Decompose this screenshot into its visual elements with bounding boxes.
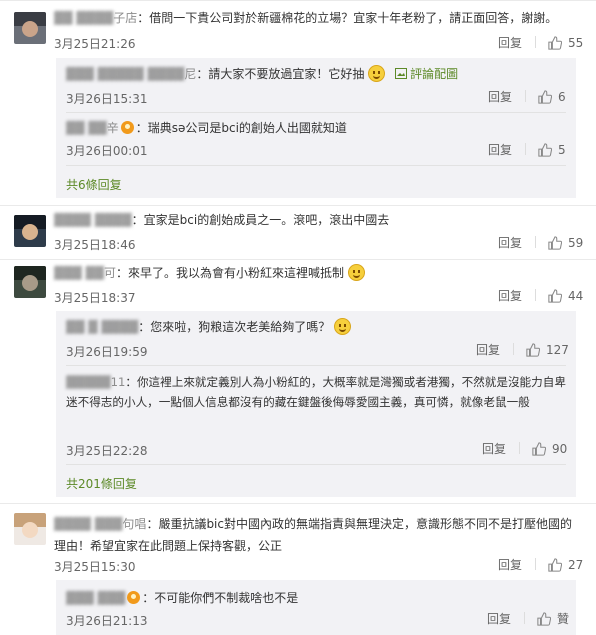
reply-actions: 回复 90 — [482, 441, 567, 457]
reply-text: ：你這裡上來就定義別人為小粉紅的，大概率就是灣獨或者港獨，不然就是沒能力自卑迷不… — [66, 375, 566, 409]
username-masked[interactable]: ▓▓ ▓▓▓▓ — [54, 11, 113, 25]
username[interactable]: 辛 — [107, 121, 119, 135]
username-masked[interactable]: ▓▓ ▓▓ — [66, 121, 107, 135]
reply-line: ▓▓▓▓▓11：你這裡上來就定義別人為小粉紅的，大概率就是灣獨或者港獨，不然就是… — [66, 372, 566, 412]
reply-button[interactable]: 回复 — [476, 343, 500, 357]
reply-button[interactable]: 回复 — [488, 143, 512, 157]
timestamp: 3月26日15:31 — [66, 92, 148, 106]
like-count: 44 — [568, 289, 584, 303]
thumb-up-icon — [538, 143, 553, 157]
username[interactable]: 可 — [104, 266, 116, 280]
reply-button[interactable]: 回复 — [488, 90, 512, 104]
like-button[interactable]: 5 — [538, 143, 566, 157]
comment-line: ▓▓ ▓▓▓▓子店：借問一下貴公司對於新疆棉花的立場？宜家十年老粉了，請正面回答… — [54, 9, 557, 27]
avatar[interactable] — [14, 513, 46, 545]
timestamp: 3月25日18:46 — [54, 238, 136, 252]
reply-button[interactable]: 回复 — [482, 442, 506, 456]
timestamp: 3月25日18:37 — [54, 291, 136, 305]
like-count: 27 — [568, 558, 584, 572]
avatar[interactable] — [14, 12, 46, 44]
comment-line: ▓▓▓ ▓▓可：來早了。我以為會有小粉紅來這裡喊抵制 — [54, 264, 365, 282]
reply-actions: 回复 127 — [476, 342, 569, 358]
like-count: 6 — [558, 90, 566, 104]
thumb-up-icon — [526, 343, 541, 357]
image-icon — [395, 68, 408, 79]
comment-text: ：宜家是bci的創始成員之一。滾吧，滾出中國去 — [131, 213, 390, 227]
username[interactable]: 句唱 — [122, 517, 146, 531]
thumb-up-icon — [537, 612, 552, 626]
thumb-up-icon — [548, 236, 563, 250]
avatar[interactable] — [14, 266, 46, 298]
username-masked[interactable]: ▓▓▓ ▓▓▓ — [66, 591, 125, 605]
reply-line: ▓▓▓ ▓▓▓ ：不可能你們不制裁啥也不是 — [66, 589, 298, 607]
username-masked[interactable]: ▓▓▓ ▓▓▓▓▓ ▓▓▓▓ — [66, 67, 184, 81]
thumb-up-icon — [532, 442, 547, 456]
thumb-up-icon — [548, 36, 563, 50]
thumb-up-icon — [538, 90, 553, 104]
like-count: 90 — [552, 442, 568, 456]
username[interactable]: 11 — [111, 375, 126, 389]
like-button[interactable]: 90 — [532, 442, 567, 456]
timestamp: 3月26日21:13 — [66, 614, 148, 628]
timestamp: 3月26日19:59 — [66, 345, 148, 359]
username[interactable]: 尼 — [184, 67, 196, 81]
reply-button[interactable]: 回复 — [498, 558, 522, 572]
comment-text: ：來早了。我以為會有小粉紅來這裡喊抵制 — [115, 266, 344, 280]
reply-line: ▓▓ ▓ ▓▓▓▓：您來啦，狗粮這次老美給夠了嗎？ — [66, 318, 352, 336]
like-label: 贊 — [557, 612, 570, 626]
like-count: 59 — [568, 236, 584, 250]
like-count: 5 — [558, 143, 566, 157]
reply-text: ：不可能你們不制裁啥也不是 — [142, 591, 299, 605]
grin-emoji-icon — [368, 65, 386, 82]
comment-line: ▓▓▓▓ ▓▓▓句唱：嚴重抗議bic對中國內政的無端指責與無理決定，意識形態不同… — [54, 513, 580, 557]
username-masked[interactable]: ▓▓▓▓ ▓▓▓▓ — [54, 213, 132, 227]
comment-actions: 回复 55 — [498, 35, 583, 51]
timestamp: 3月26日00:01 — [66, 144, 148, 158]
reply-button[interactable]: 回复 — [498, 236, 522, 250]
username-masked[interactable]: ▓▓▓▓▓ — [66, 375, 111, 389]
like-button[interactable]: 6 — [538, 90, 566, 104]
show-more-replies[interactable]: 共201條回复 — [66, 475, 137, 492]
like-button[interactable]: 59 — [548, 236, 583, 250]
username[interactable]: 子店 — [113, 11, 137, 25]
like-button[interactable]: 55 — [548, 36, 583, 50]
reply-text: ：瑞典sə公司是bci的創始人出國就知道 — [135, 121, 347, 135]
reply-line: ▓▓▓ ▓▓▓▓▓ ▓▓▓▓尼：請大家不要放過宜家！它好抽 評論配圖 — [66, 65, 458, 83]
username-masked[interactable]: ▓▓▓▓ ▓▓▓ — [54, 517, 122, 531]
show-more-replies[interactable]: 共6條回复 — [66, 176, 122, 193]
reply-button[interactable]: 回复 — [487, 612, 511, 626]
like-count: 55 — [568, 36, 584, 50]
comment-text: ：借問一下貴公司對於新疆棉花的立場？宜家十年老粉了，請正面回答，謝謝。 — [137, 11, 558, 25]
like-count: 127 — [546, 343, 569, 357]
like-button[interactable]: 贊 — [537, 612, 569, 626]
reply-actions: 回复 5 — [488, 142, 566, 158]
thumb-up-icon — [548, 558, 563, 572]
username-masked[interactable]: ▓▓ ▓ ▓▓▓▓ — [66, 320, 138, 334]
timestamp: 3月25日15:30 — [54, 560, 136, 574]
comment-line: ▓▓▓▓ ▓▓▓▓：宜家是bci的創始成員之一。滾吧，滾出中國去 — [54, 211, 389, 229]
thumb-up-icon — [548, 289, 563, 303]
comment-actions: 回复 44 — [498, 288, 583, 304]
avatar[interactable] — [14, 215, 46, 247]
reply-line: ▓▓ ▓▓辛 ：瑞典sə公司是bci的創始人出國就知道 — [66, 119, 347, 137]
reply-actions: 回复 6 — [488, 89, 566, 105]
like-button[interactable]: 44 — [548, 289, 583, 303]
like-button[interactable]: 27 — [548, 558, 583, 572]
comment-actions: 回复 27 — [498, 557, 583, 573]
username-masked[interactable]: ▓▓▓ ▓▓ — [54, 266, 104, 280]
reply-button[interactable]: 回复 — [498, 289, 522, 303]
vip-badge-icon — [120, 121, 134, 134]
comment-actions: 回复 59 — [498, 235, 583, 251]
reply-text: ：您來啦，狗粮這次老美給夠了嗎？ — [138, 320, 331, 334]
timestamp: 3月25日22:28 — [66, 444, 148, 458]
reply-actions: 回复 贊 — [487, 611, 569, 627]
blush-emoji-icon — [347, 264, 365, 281]
reply-button[interactable]: 回复 — [498, 36, 522, 50]
vip-badge-icon — [127, 591, 141, 604]
timestamp: 3月25日21:26 — [54, 37, 136, 51]
reply-text: ：請大家不要放過宜家！它好抽 — [196, 67, 365, 81]
like-button[interactable]: 127 — [526, 343, 569, 357]
smile-emoji-icon — [334, 318, 352, 335]
comment-image-link[interactable]: 評論配圖 — [395, 67, 458, 81]
